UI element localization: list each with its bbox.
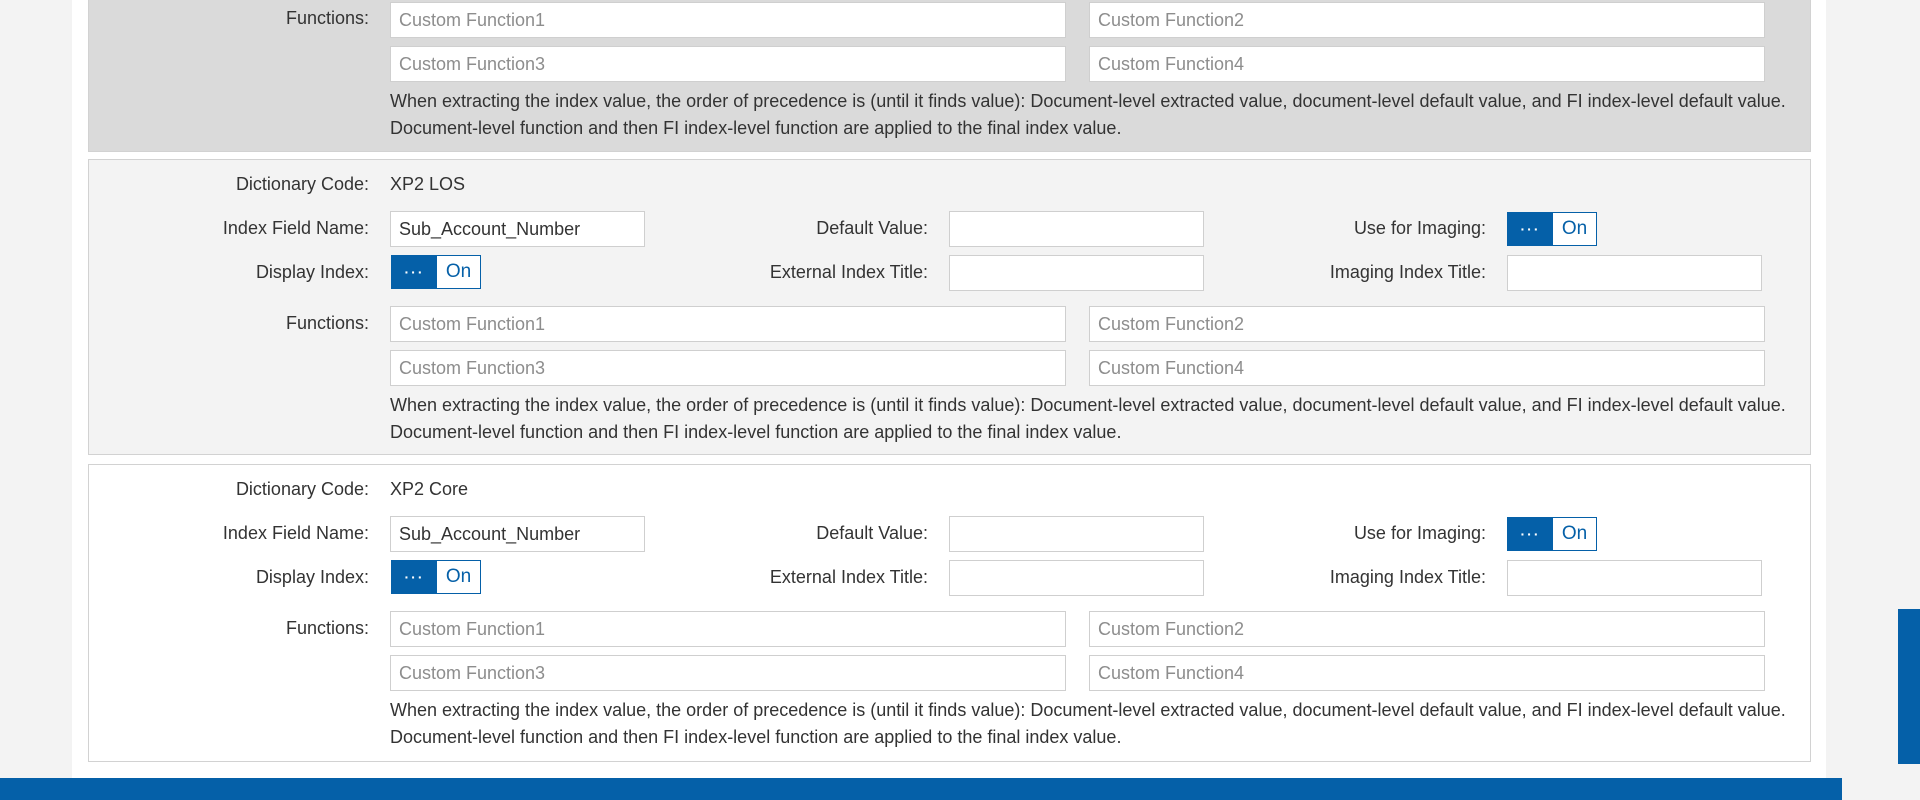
index-block-xp2-core: Dictionary Code: XP2 Core Index Field Na… (88, 464, 1811, 762)
custom-function3-input[interactable] (390, 46, 1066, 82)
imaging-index-title-input[interactable] (1507, 255, 1762, 291)
custom-function4-input[interactable] (1089, 350, 1765, 386)
custom-function1-input[interactable] (390, 2, 1066, 38)
custom-function3-input[interactable] (390, 655, 1066, 691)
custom-function1-input[interactable] (390, 306, 1066, 342)
use-for-imaging-label: Use for Imaging: (1353, 218, 1486, 238)
use-for-imaging-toggle[interactable]: ··· On (1507, 212, 1597, 246)
precedence-note: When extracting the index value, the ord… (390, 395, 1786, 442)
custom-function4-input[interactable] (1089, 655, 1765, 691)
display-index-toggle[interactable]: ··· On (391, 560, 481, 594)
toggle-knob-icon: ··· (392, 256, 437, 288)
external-index-title-label: External Index Title: (769, 262, 928, 282)
custom-function4-input[interactable] (1089, 46, 1765, 82)
external-index-title-label: External Index Title: (769, 567, 928, 587)
default-value-label: Default Value: (816, 218, 928, 238)
dictionary-code-label: Dictionary Code: (235, 174, 369, 194)
use-for-imaging-toggle[interactable]: ··· On (1507, 517, 1597, 551)
index-block-partial: Functions: When extracting the index val… (88, 0, 1811, 152)
imaging-index-title-input[interactable] (1507, 560, 1762, 596)
default-value-label: Default Value: (816, 523, 928, 543)
toggle-knob-icon: ··· (392, 561, 437, 593)
display-index-toggle[interactable]: ··· On (391, 255, 481, 289)
custom-function2-input[interactable] (1089, 611, 1765, 647)
functions-label: Functions: (285, 8, 369, 28)
functions-label: Functions: (285, 313, 369, 333)
scrollbar-thumb[interactable] (1898, 609, 1920, 764)
custom-function1-input[interactable] (390, 611, 1066, 647)
footer-bar (0, 778, 1842, 800)
custom-function3-input[interactable] (390, 350, 1066, 386)
external-index-title-input[interactable] (949, 560, 1204, 596)
default-value-input[interactable] (949, 211, 1204, 247)
default-value-input[interactable] (949, 516, 1204, 552)
toggle-knob-icon: ··· (1508, 518, 1553, 550)
display-index-label: Display Index: (255, 567, 369, 587)
index-field-name-input[interactable] (390, 211, 645, 247)
external-index-title-input[interactable] (949, 255, 1204, 291)
precedence-note: When extracting the index value, the ord… (390, 700, 1786, 747)
custom-function2-input[interactable] (1089, 2, 1765, 38)
dictionary-code-label: Dictionary Code: (235, 479, 369, 499)
index-field-name-label: Index Field Name: (222, 523, 369, 543)
toggle-state-label: On (1561, 218, 1588, 239)
dictionary-code-value: XP2 Core (390, 479, 469, 499)
imaging-index-title-label: Imaging Index Title: (1329, 262, 1486, 282)
use-for-imaging-label: Use for Imaging: (1353, 523, 1486, 543)
display-index-label: Display Index: (255, 262, 369, 282)
toggle-knob-icon: ··· (1508, 213, 1553, 245)
toggle-state-label: On (445, 261, 472, 282)
index-block-xp2-los: Dictionary Code: XP2 LOS Index Field Nam… (88, 159, 1811, 455)
toggle-state-label: On (445, 566, 472, 587)
index-field-name-label: Index Field Name: (222, 218, 369, 238)
imaging-index-title-label: Imaging Index Title: (1329, 567, 1486, 587)
index-field-name-input[interactable] (390, 516, 645, 552)
toggle-state-label: On (1561, 523, 1588, 544)
functions-label: Functions: (285, 618, 369, 638)
custom-function2-input[interactable] (1089, 306, 1765, 342)
dictionary-code-value: XP2 LOS (390, 174, 466, 194)
precedence-note: When extracting the index value, the ord… (390, 91, 1786, 138)
